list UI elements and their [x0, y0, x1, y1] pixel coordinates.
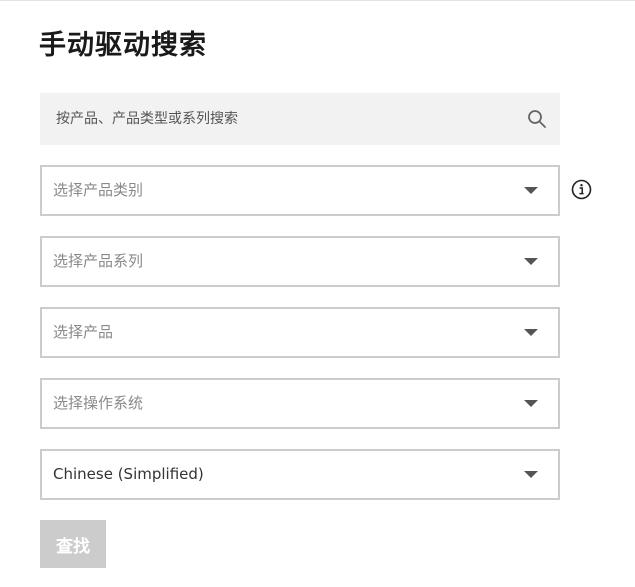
chevron-down-icon: [524, 258, 538, 265]
chevron-down-icon: [524, 471, 538, 478]
product-type-select-placeholder: 选择产品类别: [53, 181, 144, 199]
find-button[interactable]: 查找: [40, 520, 106, 568]
search-input[interactable]: [40, 93, 520, 145]
product-select[interactable]: 选择产品: [40, 307, 560, 358]
product-type-select[interactable]: 选择产品类别: [40, 165, 560, 216]
product-series-select[interactable]: 选择产品系列: [40, 236, 560, 287]
product-series-select-placeholder: 选择产品系列: [53, 252, 144, 270]
chevron-down-icon: [524, 329, 538, 336]
page-title: 手动驱动搜索: [39, 30, 207, 61]
operating-system-select-placeholder: 选择操作系统: [53, 394, 144, 412]
search-bar: [40, 93, 560, 145]
info-icon[interactable]: [571, 179, 592, 200]
driver-search-page: 手动驱动搜索 选择产品类别 选择产品系列 选择产品 选择操作系统 Chinese…: [0, 0, 635, 587]
chevron-down-icon: [524, 400, 538, 407]
product-select-placeholder: 选择产品: [53, 323, 114, 341]
search-icon[interactable]: [527, 109, 547, 129]
language-select-value: Chinese (Simplified): [53, 465, 204, 483]
chevron-down-icon: [524, 187, 538, 194]
operating-system-select[interactable]: 选择操作系统: [40, 378, 560, 429]
language-select[interactable]: Chinese (Simplified): [40, 449, 560, 500]
